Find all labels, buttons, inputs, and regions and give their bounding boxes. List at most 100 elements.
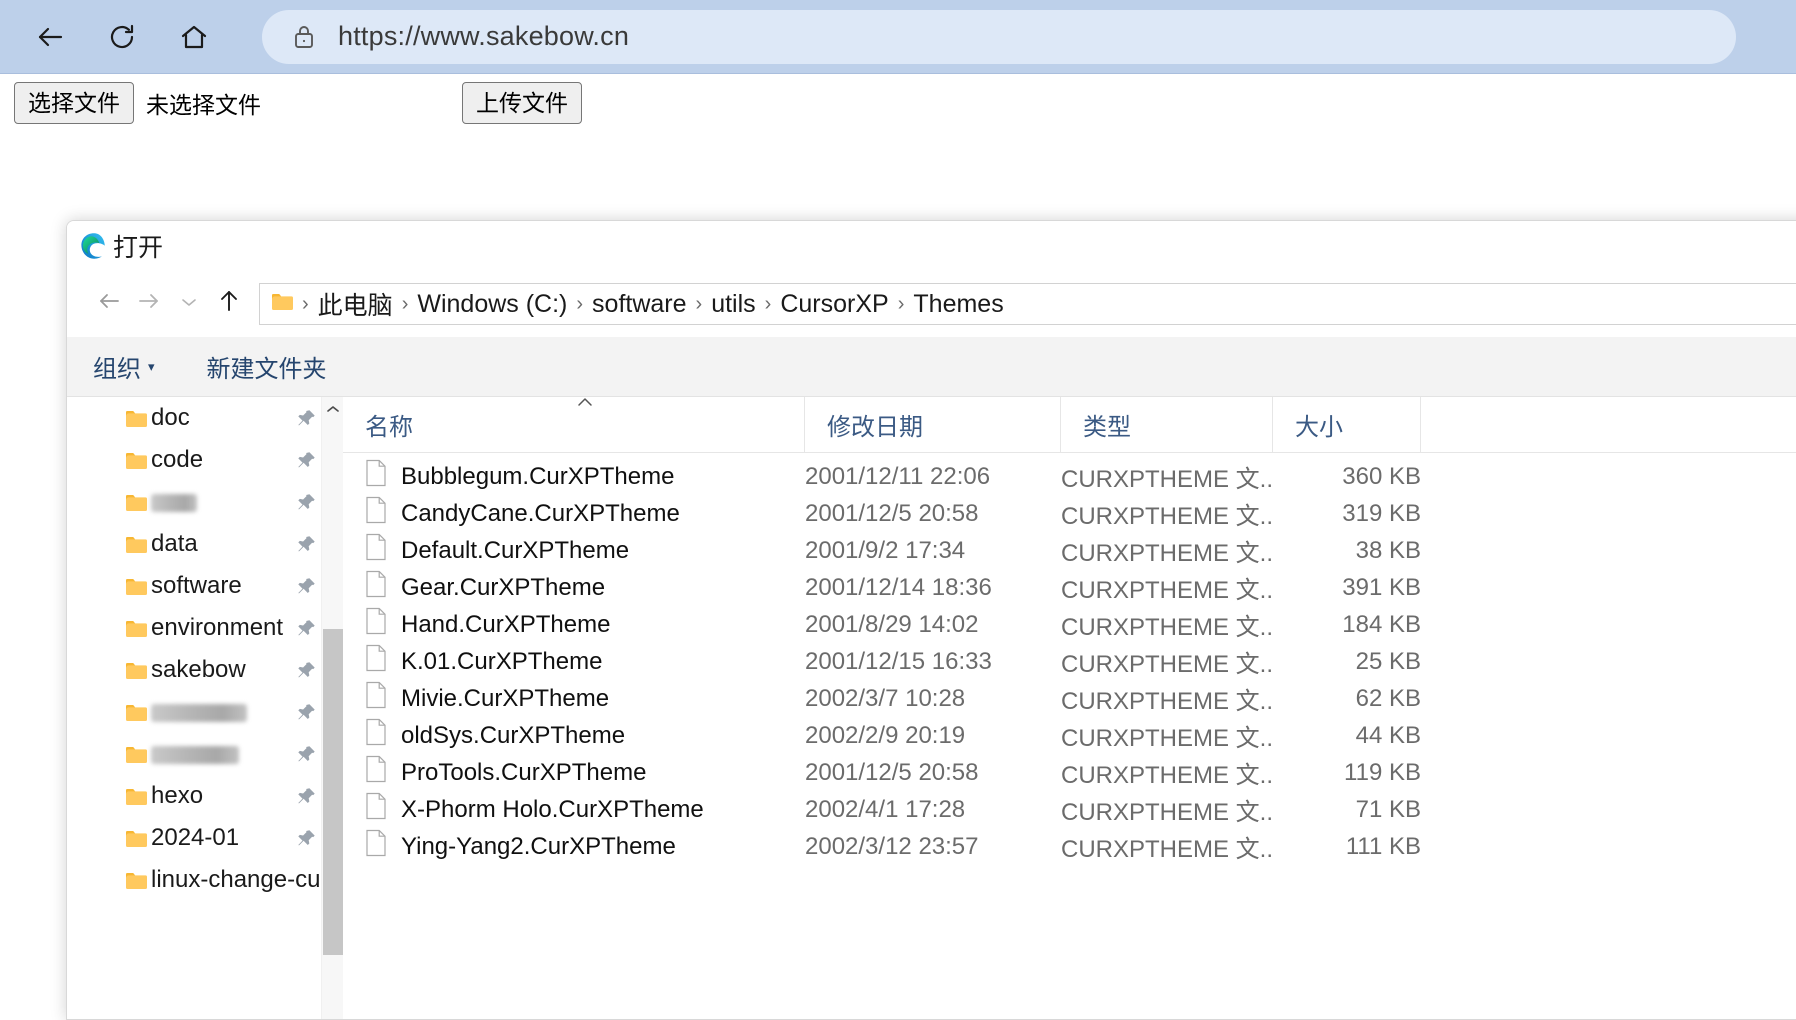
sidebar-item-doc[interactable]: doc <box>67 397 325 439</box>
address-bar[interactable]: https://www.sakebow.cn <box>262 9 1736 64</box>
sidebar-item-label: 2024-01 <box>151 824 240 851</box>
folder-icon <box>124 660 150 687</box>
file-row[interactable]: ProTools.CurXPTheme 2001/12/5 20:58 CURXPT… <box>343 754 1796 791</box>
sidebar-item-environment[interactable]: environment <box>67 607 325 649</box>
file-row[interactable]: K.01.CurXPTheme 2001/12/15 16:33 CURXPTHEM… <box>343 643 1796 680</box>
browser-toolbar: https://www.sakebow.cn <box>0 0 1796 74</box>
pin-icon[interactable] <box>295 660 317 687</box>
file-name-label: Gear.CurXPTheme <box>401 573 606 601</box>
file-size-cell: 119 KB <box>1344 758 1421 786</box>
file-name-label: Hand.CurXPTheme <box>401 610 611 638</box>
file-date-cell: 2002/3/12 23:57 <box>805 832 979 860</box>
sidebar-item-hexo[interactable]: hexo <box>67 775 325 817</box>
edge-logo-icon <box>79 231 109 261</box>
sidebar-item-data[interactable]: data <box>67 523 325 565</box>
pin-icon[interactable] <box>295 534 317 561</box>
file-icon <box>365 644 387 679</box>
pin-icon[interactable] <box>295 618 317 645</box>
breadcrumb-separator: › <box>576 292 584 315</box>
recent-locations-button[interactable] <box>169 284 209 324</box>
breadcrumb-item-2[interactable]: software <box>585 290 693 319</box>
breadcrumb-item-5[interactable]: Themes <box>906 290 1010 319</box>
sidebar-item-code[interactable]: code <box>67 439 325 481</box>
file-name-cell: oldSys.CurXPTheme <box>343 718 805 753</box>
file-row[interactable]: Gear.CurXPTheme 2001/12/14 18:36 CURXPTHEM… <box>343 569 1796 606</box>
sidebar-item-label: linux-change-cu <box>151 866 321 893</box>
column-header-type[interactable]: 类型 <box>1061 397 1273 452</box>
chevron-down-icon: ▾ <box>148 358 155 374</box>
up-one-level-button[interactable] <box>209 284 249 324</box>
file-row[interactable]: oldSys.CurXPTheme 2002/2/9 20:19 CURXPTHEM… <box>343 717 1796 754</box>
file-row[interactable]: Ying-Yang2.CurXPTheme 2002/3/12 23:57 CURX… <box>343 828 1796 865</box>
file-row[interactable]: X-Phorm Holo.CurXPTheme 2002/4/1 17:28 CUR… <box>343 791 1796 828</box>
file-size-cell: 391 KB <box>1342 573 1421 601</box>
breadcrumb-item-4[interactable]: CursorXP <box>773 290 895 319</box>
sidebar-item-2024-01[interactable]: 2024-01 <box>67 817 325 859</box>
sidebar-item-label: doc <box>151 404 190 431</box>
organize-menu-button[interactable]: 组织 ▾ <box>93 349 155 384</box>
pin-icon[interactable] <box>295 492 317 519</box>
file-name-cell: Mivie.CurXPTheme <box>343 681 805 716</box>
navigation-sidebar: doc code data software environment sakebow hex… <box>67 397 343 1019</box>
back-arrow-icon <box>33 20 67 54</box>
file-row[interactable]: Mivie.CurXPTheme 2002/3/7 10:28 CURXPTHEME… <box>343 680 1796 717</box>
file-icon <box>365 792 387 827</box>
sidebar-item-software[interactable]: software <box>67 565 325 607</box>
pin-icon[interactable] <box>295 786 317 813</box>
reload-icon <box>106 21 138 53</box>
file-size-cell: 25 KB <box>1355 647 1421 675</box>
pin-icon[interactable] <box>295 450 317 477</box>
sidebar-item-redacted-8[interactable] <box>67 733 325 775</box>
column-header-size[interactable]: 大小 <box>1273 397 1421 452</box>
sidebar-item-redacted-2[interactable] <box>67 481 325 523</box>
file-row[interactable]: Bubblegum.CurXPTheme 2001/12/11 22:06 CURX… <box>343 458 1796 495</box>
pin-icon[interactable] <box>295 744 317 771</box>
breadcrumb-item-3[interactable]: utils <box>704 290 762 319</box>
pin-icon[interactable] <box>295 828 317 855</box>
file-row[interactable]: Default.CurXPTheme 2001/9/2 17:34 CURXPTHE… <box>343 532 1796 569</box>
sidebar-item-linux-change-cu[interactable]: linux-change-cu <box>67 859 325 901</box>
back-button[interactable] <box>22 9 78 65</box>
file-date-cell: 2001/12/15 16:33 <box>805 647 992 675</box>
column-header-date[interactable]: 修改日期 <box>805 397 1061 452</box>
file-date-cell: 2002/3/7 10:28 <box>805 684 966 712</box>
breadcrumb-item-1[interactable]: Windows (C:) <box>410 290 574 319</box>
page-content: 选择文件 未选择文件 上传文件 打开 › 此电脑 › Windows (C:) … <box>0 74 1796 1020</box>
breadcrumb[interactable]: › 此电脑 › Windows (C:) › software › utils … <box>259 283 1796 325</box>
sidebar-item-sakebow[interactable]: sakebow <box>67 649 325 691</box>
home-button[interactable] <box>166 9 222 65</box>
folder-icon <box>124 702 150 729</box>
upload-file-button[interactable]: 上传文件 <box>462 82 582 125</box>
file-date-cell: 2001/12/5 20:58 <box>805 499 979 527</box>
file-type-cell: CURXPTHEME 文... <box>1061 836 1273 863</box>
sidebar-scrollbar[interactable] <box>321 397 343 1019</box>
dialog-forward-button[interactable] <box>129 284 169 324</box>
choose-file-button[interactable]: 选择文件 <box>14 82 134 125</box>
file-row[interactable]: CandyCane.CurXPTheme 2001/12/5 20:58 CURXP… <box>343 495 1796 532</box>
pin-icon[interactable] <box>295 576 317 603</box>
column-header-name[interactable]: 名称 <box>343 397 805 452</box>
file-name-cell: CandyCane.CurXPTheme <box>343 496 805 531</box>
new-folder-button[interactable]: 新建文件夹 <box>207 349 327 384</box>
file-size-cell: 62 KB <box>1355 684 1421 712</box>
file-name-label: ProTools.CurXPTheme <box>401 758 647 786</box>
scroll-up-button[interactable] <box>322 397 343 421</box>
reload-button[interactable] <box>94 9 150 65</box>
breadcrumb-item-0[interactable]: 此电脑 <box>311 286 400 322</box>
file-date-cell: 2002/2/9 20:19 <box>805 721 966 749</box>
file-icon <box>365 570 387 605</box>
sidebar-item-redacted-7[interactable] <box>67 691 325 733</box>
file-icon <box>365 755 387 790</box>
file-row[interactable]: Hand.CurXPTheme 2001/8/29 14:02 CURXPTHEME… <box>343 606 1796 643</box>
file-icon <box>365 829 387 864</box>
dialog-back-button[interactable] <box>89 284 129 324</box>
folder-icon <box>124 786 150 813</box>
file-date-cell: 2001/8/29 14:02 <box>805 610 979 638</box>
sidebar-item-label: code <box>151 446 204 473</box>
file-type-cell: CURXPTHEME 文... <box>1061 614 1273 641</box>
pin-icon[interactable] <box>295 702 317 729</box>
sidebar-scrollbar-thumb[interactable] <box>323 629 343 955</box>
pin-icon[interactable] <box>295 408 317 435</box>
file-name-label: oldSys.CurXPTheme <box>401 721 626 749</box>
file-name-cell: ProTools.CurXPTheme <box>343 755 805 790</box>
